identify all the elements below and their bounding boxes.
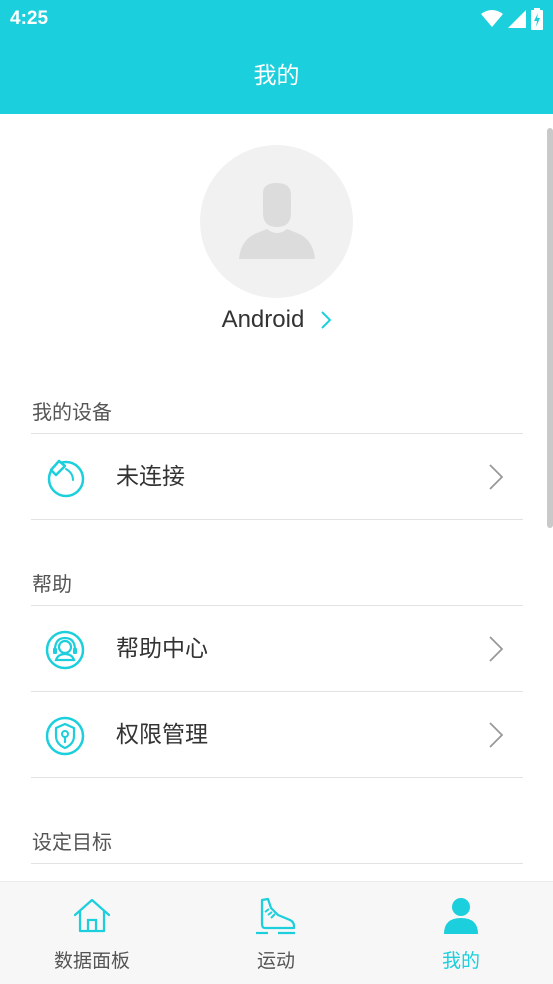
scrollbar[interactable] xyxy=(547,128,553,528)
bottom-tab-bar: 数据面板 运动 我的 xyxy=(0,881,553,984)
shield-lock-icon xyxy=(45,716,85,756)
person-icon xyxy=(444,898,478,934)
watch-icon xyxy=(47,459,85,498)
tab-label: 数据面板 xyxy=(53,950,130,972)
default-user-icon xyxy=(239,183,315,259)
avatar[interactable] xyxy=(200,145,353,298)
help-center-row[interactable]: 帮助中心 xyxy=(31,606,523,692)
battery-icon xyxy=(531,8,543,30)
chevron-right-icon xyxy=(489,464,503,490)
sneaker-icon xyxy=(256,897,296,935)
section-title-devices: 我的设备 xyxy=(32,400,112,424)
app-bar: 我的 xyxy=(0,38,553,114)
tab-dashboard[interactable]: 数据面板 xyxy=(0,882,184,984)
divider xyxy=(31,519,523,520)
headset-support-icon xyxy=(45,630,85,670)
home-icon xyxy=(73,898,111,933)
device-row-not-connected[interactable]: 未连接 xyxy=(31,434,523,520)
permission-management-label: 权限管理 xyxy=(116,722,208,748)
status-bar: 4:25 xyxy=(0,0,553,38)
username-link[interactable]: Android xyxy=(0,306,553,346)
tab-mine[interactable]: 我的 xyxy=(369,882,553,984)
divider xyxy=(31,777,523,778)
status-time: 4:25 xyxy=(10,8,49,29)
permission-management-row[interactable]: 权限管理 xyxy=(31,692,523,778)
wifi-icon xyxy=(481,10,503,27)
help-center-label: 帮助中心 xyxy=(116,636,208,662)
section-title-help: 帮助 xyxy=(32,572,72,596)
tab-label: 我的 xyxy=(441,950,480,972)
device-status-label: 未连接 xyxy=(116,464,185,490)
chevron-right-icon xyxy=(489,722,503,748)
signal-icon xyxy=(508,10,526,28)
tab-sport[interactable]: 运动 xyxy=(184,882,368,984)
tab-label: 运动 xyxy=(256,950,295,972)
chevron-right-icon xyxy=(321,311,332,329)
username: Android xyxy=(221,306,305,333)
section-title-goals: 设定目标 xyxy=(32,830,112,854)
divider xyxy=(31,863,523,864)
profile-content[interactable]: Android 我的设备 未连接 帮助 帮助中心 权限管理 设定目标 xyxy=(0,114,553,881)
page-title: 我的 xyxy=(253,63,300,89)
chevron-right-icon xyxy=(489,636,503,662)
status-icons xyxy=(481,8,543,30)
